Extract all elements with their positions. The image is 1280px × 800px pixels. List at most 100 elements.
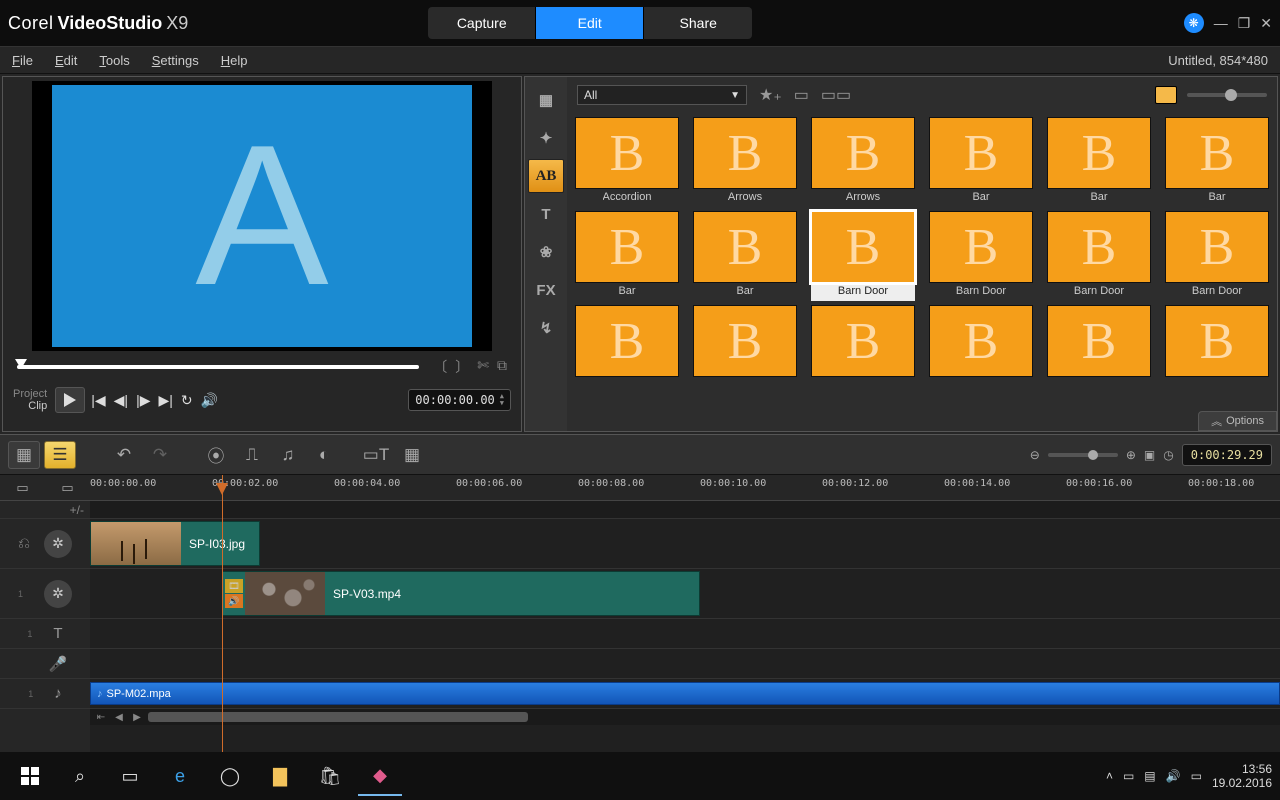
menu-settings[interactable]: Settings (152, 53, 199, 68)
cloud-icon[interactable]: ❋ (1184, 13, 1204, 33)
graphic-icon[interactable]: ❀ (525, 235, 567, 269)
library-item[interactable]: BBarn Door (1165, 211, 1269, 301)
library-item[interactable]: B (575, 305, 679, 395)
close-icon[interactable]: ✕ (1260, 15, 1272, 32)
toggle-track-mode-b-icon[interactable]: ▭ (45, 475, 90, 500)
scroll-home-icon[interactable]: ⇤ (94, 712, 108, 723)
voice-track[interactable] (90, 649, 1280, 679)
clock[interactable]: 13:56 19.02.2016 (1212, 762, 1272, 790)
music-track-header[interactable]: 1♪ (0, 679, 90, 709)
restore-icon[interactable]: ❐ (1238, 15, 1251, 32)
library-item[interactable]: BBarn Door (929, 211, 1033, 301)
timeline-ruler[interactable]: 00:00:00.0000:00:02.0000:00:04.0000:00:0… (90, 475, 1280, 501)
add-marker-icon[interactable]: +/- (0, 501, 90, 519)
path-icon[interactable]: ↯ (525, 311, 567, 345)
library-item[interactable]: BBar (1047, 117, 1151, 207)
library-item[interactable]: BArrows (693, 117, 797, 207)
library-item[interactable]: BBarn Door (1047, 211, 1151, 301)
library-item[interactable]: BBarn Door (811, 211, 915, 301)
library-filter-dropdown[interactable]: All ▼ (577, 85, 747, 105)
menu-tools[interactable]: Tools (99, 53, 129, 68)
library-item[interactable]: B (693, 305, 797, 395)
scroll-right-icon[interactable]: ▶ (130, 712, 144, 723)
clip-video2[interactable]: 🎞🔊 SP-V03.mp4 (222, 571, 700, 616)
menu-edit[interactable]: Edit (55, 53, 77, 68)
video-track-2-header[interactable]: 1✲ (0, 569, 90, 619)
library-item[interactable]: B (811, 305, 915, 395)
action-center-icon[interactable]: ▭ (1191, 769, 1202, 783)
menu-file[interactable]: File (12, 53, 33, 68)
filter-fx-icon[interactable]: FX (525, 273, 567, 307)
favorite-icon[interactable]: ★₊ (759, 85, 782, 105)
library-item[interactable]: BBar (693, 211, 797, 301)
track-motion-icon[interactable]: ◐ (308, 441, 340, 469)
tab-share[interactable]: Share (644, 7, 752, 39)
clip-video1[interactable]: SP-I03.jpg (90, 521, 260, 566)
scrollbar-thumb[interactable] (148, 712, 528, 722)
tab-capture[interactable]: Capture (428, 7, 536, 39)
expand-icon[interactable]: ⧉ (497, 357, 507, 377)
mark-in-icon[interactable]: 〔 (433, 357, 447, 377)
library-item[interactable]: BBar (1165, 117, 1269, 207)
library-item[interactable]: BBar (929, 117, 1033, 207)
scroll-left-icon[interactable]: ◀ (112, 712, 126, 723)
library-item[interactable]: B (1047, 305, 1151, 395)
music-track[interactable]: ♪ SP-M02.mpa (90, 679, 1280, 709)
library-item[interactable]: BBar (575, 211, 679, 301)
timeline-view-button[interactable]: ☰ (44, 441, 76, 469)
audio-mixer-icon[interactable]: ⎍ (236, 441, 268, 469)
go-end-icon[interactable]: ▶| (158, 392, 172, 409)
video-track-1[interactable]: SP-I03.jpg (90, 519, 1280, 569)
record-icon[interactable]: ⦿ (200, 441, 232, 469)
fx-sparkle-icon[interactable]: ✦ (525, 121, 567, 155)
apply-all-icon[interactable]: ▭▭ (821, 85, 851, 105)
media-icon[interactable]: ▦ (525, 83, 567, 117)
mode-project-label[interactable]: Project (13, 388, 47, 400)
battery-icon[interactable]: ▭ (1123, 769, 1134, 783)
transitions-icon[interactable]: AB (528, 159, 564, 193)
zoom-out-icon[interactable]: ⊖ (1030, 448, 1040, 462)
volume-icon[interactable]: 🔊 (201, 392, 218, 409)
store-icon[interactable]: 🛍 (308, 756, 352, 796)
scrub-handle-icon[interactable] (15, 359, 27, 369)
start-menu-icon[interactable] (8, 756, 52, 796)
videostudio-taskbar-icon[interactable]: ◆ (358, 756, 402, 796)
library-item[interactable]: B (1165, 305, 1269, 395)
video-track-1-header[interactable]: ⎌✲ (0, 519, 90, 569)
fit-window-icon[interactable]: ▣ (1144, 448, 1155, 462)
storyboard-view-button[interactable]: ▦ (8, 441, 40, 469)
marker-lane[interactable] (90, 501, 1280, 519)
scissors-icon[interactable]: ✄ (477, 357, 489, 377)
redo-icon[interactable]: ↷ (144, 441, 176, 469)
preview-canvas[interactable]: A (32, 81, 492, 351)
undo-icon[interactable]: ↶ (108, 441, 140, 469)
network-icon[interactable]: ▤ (1144, 769, 1155, 783)
video-track-2[interactable]: 🎞🔊 SP-V03.mp4 (90, 569, 1280, 619)
menu-help[interactable]: Help (221, 53, 248, 68)
clip-audio[interactable]: ♪ SP-M02.mpa (90, 682, 1280, 705)
task-view-icon[interactable]: ▭ (108, 756, 152, 796)
zoom-in-icon[interactable]: ⊕ (1126, 448, 1136, 462)
toggle-track-mode-a-icon[interactable]: ▭ (0, 475, 45, 500)
zoom-slider[interactable] (1048, 453, 1118, 457)
multi-view-icon[interactable]: ▦ (396, 441, 428, 469)
title-track[interactable] (90, 619, 1280, 649)
preview-timecode[interactable]: 00:00:00.00 ▲▼ (408, 389, 511, 411)
auto-music-icon[interactable]: ♫ (272, 441, 304, 469)
options-panel-toggle[interactable]: ︽ Options (1198, 411, 1277, 431)
thumbnail-size-slider[interactable] (1187, 93, 1267, 97)
timeline-scrollbar[interactable]: ⇤ ◀ ▶ (90, 709, 1280, 725)
apply-one-icon[interactable]: ▭ (794, 85, 809, 105)
voice-track-header[interactable]: 🎤 (0, 649, 90, 679)
play-button[interactable] (55, 387, 85, 413)
minimize-icon[interactable]: — (1214, 15, 1228, 31)
prev-frame-icon[interactable]: ◀| (114, 392, 128, 409)
edge-icon[interactable]: e (158, 756, 202, 796)
library-item[interactable]: BAccordion (575, 117, 679, 207)
subtitle-icon[interactable]: ▭T (360, 441, 392, 469)
tab-edit[interactable]: Edit (536, 7, 644, 39)
title-track-header[interactable]: 1T (0, 619, 90, 649)
library-item[interactable]: B (929, 305, 1033, 395)
volume-tray-icon[interactable]: 🔊 (1166, 769, 1181, 783)
project-duration[interactable]: 0:00:29.29 (1182, 444, 1272, 466)
